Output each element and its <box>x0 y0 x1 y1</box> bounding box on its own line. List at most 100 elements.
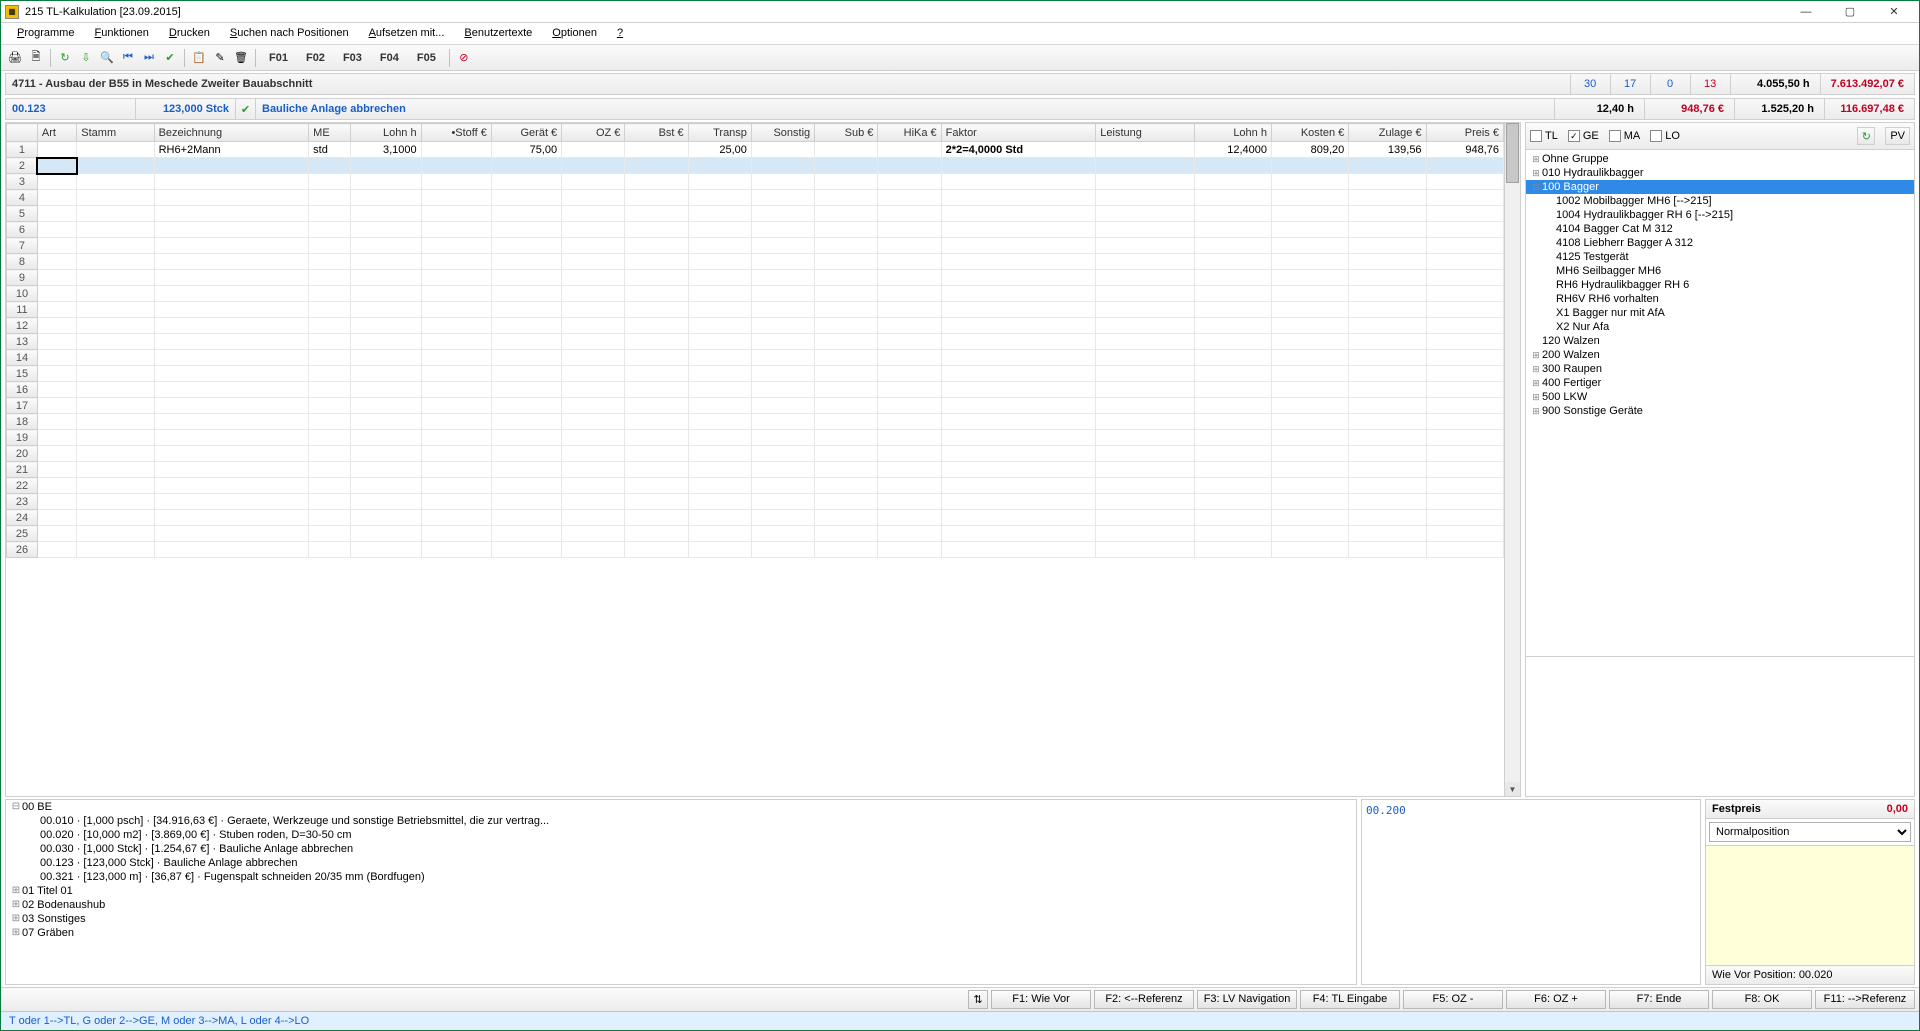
grid-cell[interactable] <box>1194 414 1271 430</box>
grid-cell[interactable] <box>941 382 1096 398</box>
grid-cell[interactable] <box>1426 174 1503 190</box>
grid-cell[interactable] <box>1271 366 1348 382</box>
grid-cell[interactable] <box>1096 334 1194 350</box>
grid-cell[interactable] <box>351 542 421 558</box>
grid-cell[interactable] <box>309 494 351 510</box>
grid-cell[interactable] <box>815 174 878 190</box>
grid-cell[interactable] <box>154 462 309 478</box>
grid-cell[interactable] <box>562 542 625 558</box>
grid-cell[interactable] <box>1349 430 1426 446</box>
grid-cell[interactable] <box>1349 334 1426 350</box>
grid-cell[interactable] <box>37 510 76 526</box>
grid-cell[interactable] <box>878 398 941 414</box>
tree-item[interactable]: ⊞Ohne Gruppe <box>1526 152 1914 166</box>
grid-cell[interactable] <box>1426 238 1503 254</box>
grid-cell[interactable] <box>1271 302 1348 318</box>
grid-cell[interactable] <box>751 462 814 478</box>
grid-cell[interactable] <box>37 350 76 366</box>
grid-cell[interactable] <box>77 382 154 398</box>
grid-cell[interactable] <box>625 478 688 494</box>
grid-cell[interactable] <box>1096 398 1194 414</box>
refresh-icon[interactable]: ↻ <box>55 48 75 68</box>
col-header[interactable]: Sonstig <box>751 124 814 142</box>
grid-cell[interactable] <box>309 526 351 542</box>
grid-cell[interactable] <box>1426 414 1503 430</box>
grid-cell[interactable] <box>77 526 154 542</box>
grid-cell[interactable] <box>815 542 878 558</box>
grid-cell[interactable] <box>1194 318 1271 334</box>
grid-cell[interactable] <box>562 190 625 206</box>
grid-cell[interactable] <box>154 302 309 318</box>
grid-cell[interactable] <box>688 206 751 222</box>
grid-cell[interactable] <box>1096 222 1194 238</box>
menu--[interactable]: ? <box>607 25 633 42</box>
grid-cell[interactable] <box>815 158 878 174</box>
grid-cell[interactable] <box>878 478 941 494</box>
grid-cell[interactable] <box>77 174 154 190</box>
fk-toggle-icon[interactable]: ⇅ <box>968 990 988 1009</box>
grid-cell[interactable] <box>815 430 878 446</box>
grid-cell[interactable] <box>688 302 751 318</box>
fkey-f2[interactable]: F2: <--Referenz <box>1094 990 1194 1009</box>
grid-cell[interactable] <box>421 494 491 510</box>
grid-cell[interactable] <box>77 414 154 430</box>
grid-cell[interactable] <box>562 414 625 430</box>
col-header[interactable]: •Stoff € <box>421 124 491 142</box>
next-icon[interactable]: ⏭ <box>139 48 159 68</box>
grid-cell[interactable] <box>491 398 561 414</box>
grid-cell[interactable] <box>751 446 814 462</box>
grid-cell[interactable] <box>309 542 351 558</box>
tree-item[interactable]: ⊞500 LKW <box>1526 390 1914 404</box>
grid-cell[interactable] <box>1194 350 1271 366</box>
grid-cell[interactable] <box>625 510 688 526</box>
grid-cell[interactable] <box>751 430 814 446</box>
grid-cell[interactable] <box>1271 462 1348 478</box>
grid-cell[interactable] <box>37 222 76 238</box>
expand-icon[interactable]: ⊞ <box>10 927 22 939</box>
grid-cell[interactable] <box>1426 462 1503 478</box>
grid-cell[interactable] <box>751 334 814 350</box>
grid-cell[interactable] <box>1096 158 1194 174</box>
grid-cell[interactable] <box>815 350 878 366</box>
grid-cell[interactable] <box>815 510 878 526</box>
grid-cell[interactable] <box>77 478 154 494</box>
grid-cell[interactable] <box>491 174 561 190</box>
menu-benutzertexte[interactable]: Benutzertexte <box>454 25 542 42</box>
grid-cell[interactable] <box>309 350 351 366</box>
grid-cell[interactable] <box>154 526 309 542</box>
grid-cell[interactable] <box>625 542 688 558</box>
grid-cell[interactable] <box>1194 334 1271 350</box>
toolbar-f04[interactable]: F04 <box>371 48 408 68</box>
expand-icon[interactable] <box>28 815 40 827</box>
grid-cell[interactable] <box>77 398 154 414</box>
grid-cell[interactable]: 948,76 <box>1426 142 1503 158</box>
position-tree-item[interactable]: 00.321 · [123,000 m] · [36,87 €] · Fugen… <box>6 870 1356 884</box>
grid-cell[interactable] <box>154 238 309 254</box>
grid-cell[interactable] <box>625 430 688 446</box>
grid-cell[interactable] <box>77 494 154 510</box>
grid-cell[interactable] <box>1096 270 1194 286</box>
grid-cell[interactable] <box>37 190 76 206</box>
grid-cell[interactable] <box>751 382 814 398</box>
grid-cell[interactable] <box>37 318 76 334</box>
export-icon[interactable]: ⇩ <box>76 48 96 68</box>
grid-cell[interactable] <box>351 174 421 190</box>
grid-cell[interactable] <box>878 446 941 462</box>
grid-cell[interactable] <box>815 302 878 318</box>
grid-cell[interactable] <box>815 334 878 350</box>
expand-icon[interactable] <box>28 871 40 883</box>
first-icon[interactable]: ⏮ <box>118 48 138 68</box>
grid-cell[interactable] <box>491 350 561 366</box>
grid-cell[interactable] <box>878 382 941 398</box>
grid-cell[interactable] <box>421 190 491 206</box>
grid-cell[interactable] <box>351 206 421 222</box>
grid-cell[interactable] <box>491 366 561 382</box>
grid-cell[interactable] <box>625 142 688 158</box>
grid-cell[interactable] <box>941 222 1096 238</box>
grid-cell[interactable] <box>625 382 688 398</box>
grid-cell[interactable] <box>1349 302 1426 318</box>
grid-cell[interactable] <box>751 414 814 430</box>
tree-item[interactable]: 1002 Mobilbagger MH6 [-->215] <box>1526 194 1914 208</box>
grid-cell[interactable] <box>421 254 491 270</box>
grid-cell[interactable] <box>1349 286 1426 302</box>
